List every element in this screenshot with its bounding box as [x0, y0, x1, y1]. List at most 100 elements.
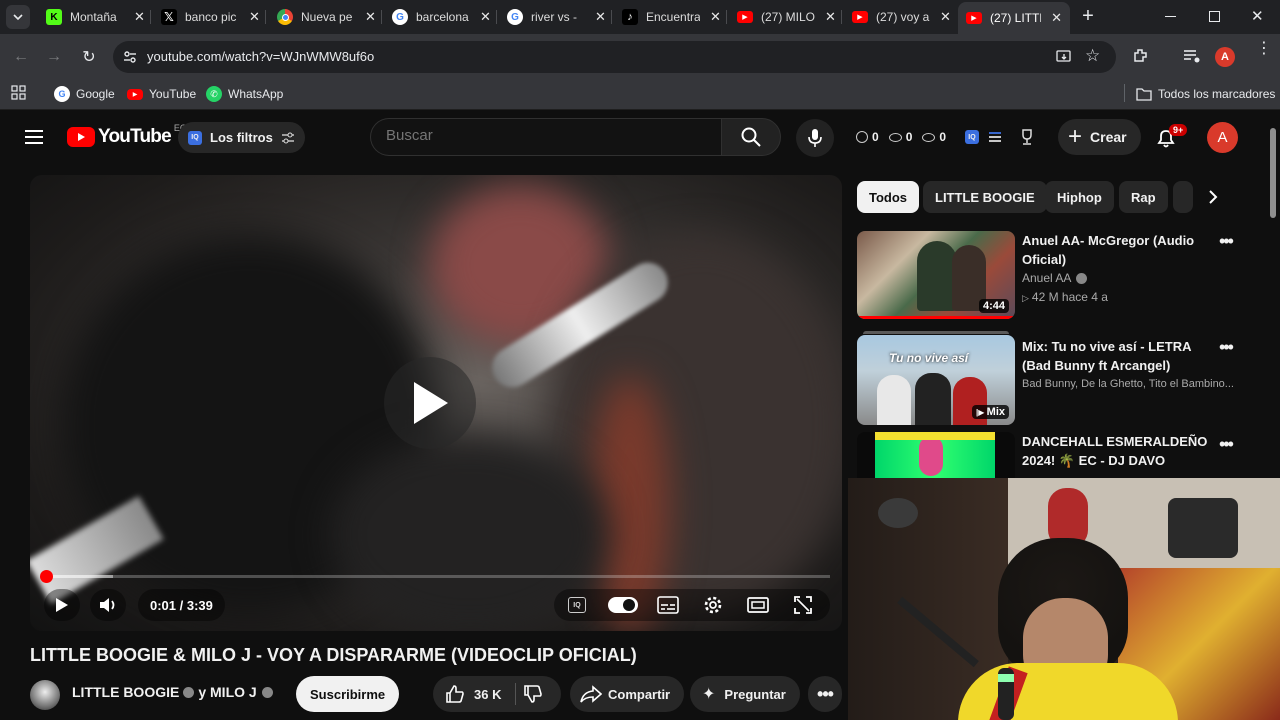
filters-button[interactable]: IQ Los filtros — [178, 122, 305, 153]
page-scrollbar[interactable] — [1270, 128, 1276, 218]
player-controls-right — [554, 589, 830, 621]
play-overlay-button[interactable] — [384, 357, 476, 449]
recommendation-item[interactable]: DANCEHALL ESMERALDEÑO 2024! 🌴 EC - DJ DA… — [857, 432, 1257, 478]
video-thumbnail[interactable]: 4:44 — [857, 231, 1015, 319]
search-box[interactable] — [370, 118, 721, 156]
chip-todos[interactable]: Todos — [857, 181, 920, 213]
share-button[interactable]: Compartir — [570, 676, 685, 712]
chip-rap[interactable]: Rap — [1119, 181, 1168, 213]
subtitles-icon[interactable] — [657, 596, 679, 614]
hamburger-menu-icon[interactable] — [25, 130, 43, 144]
bookmark-youtube[interactable]: ▶ YouTube — [127, 84, 196, 104]
all-bookmarks-button[interactable]: Todos los marcadores — [1136, 84, 1275, 104]
chip-little-boogie[interactable]: LITTLE BOOGIE — [923, 181, 1047, 213]
video-thumbnail[interactable]: Tu no vive así |▶ Mix — [857, 335, 1015, 425]
profile-avatar[interactable]: A — [1215, 47, 1235, 67]
recommendation-channel[interactable]: Anuel AA — [1022, 271, 1088, 285]
recommendation-title[interactable]: Anuel AA- McGregor (Audio Oficial) — [1022, 231, 1222, 269]
ask-button[interactable]: ✦ Preguntar — [690, 676, 800, 712]
tab-search-button[interactable] — [6, 5, 30, 29]
close-tab-icon[interactable]: ✕ — [1051, 10, 1062, 26]
chip-partial[interactable] — [1173, 181, 1193, 213]
account-avatar[interactable]: A — [1207, 122, 1238, 153]
volume-button[interactable] — [90, 589, 126, 621]
close-tab-icon[interactable]: ✕ — [249, 9, 260, 25]
chips-next-button[interactable] — [1198, 181, 1228, 213]
minimize-icon[interactable] — [1165, 16, 1176, 17]
browser-menu-icon[interactable]: ⋮ — [1256, 41, 1272, 57]
bookmark-whatsapp[interactable]: ✆ WhatsApp — [206, 84, 283, 104]
recommendation-channel[interactable]: Bad Bunny, De la Ghetto, Tito el Bambino… — [1022, 378, 1237, 390]
theater-mode-icon[interactable] — [747, 596, 769, 614]
extensions-icon[interactable] — [1132, 47, 1150, 65]
bookmark-google[interactable]: G Google — [54, 84, 115, 104]
recommendation-title[interactable]: Mix: Tu no vive así - LETRA (Bad Bunny f… — [1022, 337, 1222, 375]
apps-grid-icon[interactable] — [11, 85, 26, 100]
recommendation-item[interactable]: Tu no vive así |▶ Mix Mix: Tu no vive as… — [857, 331, 1257, 426]
webcam-overlay — [848, 478, 1280, 720]
site-settings-icon[interactable] — [123, 50, 137, 64]
media-control-icon[interactable] — [1183, 48, 1201, 64]
more-options-icon[interactable]: ••• — [1219, 231, 1234, 252]
settings-gear-icon[interactable] — [703, 595, 723, 615]
list-icon[interactable] — [988, 130, 1002, 144]
reload-icon[interactable]: ↻ — [77, 45, 101, 69]
like-button[interactable]: 36 K — [433, 676, 513, 712]
folder-icon — [1136, 88, 1152, 101]
fullscreen-icon[interactable] — [794, 596, 812, 614]
address-bar[interactable]: youtube.com/watch?v=WJnWMW8uf6o ☆ — [113, 41, 1116, 73]
browser-tab[interactable]: ▶ (27) voy a ✕ — [844, 4, 959, 30]
subscribe-button[interactable]: Suscribirme — [296, 676, 400, 712]
close-tab-icon[interactable]: ✕ — [480, 9, 491, 25]
play-button[interactable] — [44, 589, 80, 621]
channel-avatar[interactable] — [30, 680, 60, 710]
restore-icon[interactable] — [1209, 11, 1220, 22]
more-options-icon[interactable]: ••• — [1219, 434, 1234, 455]
browser-tab[interactable]: G barcelona ✕ — [384, 4, 499, 30]
search-input[interactable] — [386, 127, 706, 144]
progress-knob[interactable] — [40, 570, 53, 583]
channel-name[interactable]: LITTLE BOOGIE y MILO J — [72, 684, 273, 700]
chip-hiphop[interactable]: Hiphop — [1045, 181, 1114, 213]
close-window-icon[interactable]: ✕ — [1251, 7, 1264, 25]
install-app-icon[interactable] — [1056, 49, 1072, 65]
browser-tab[interactable]: Nueva pe ✕ — [269, 4, 384, 30]
dislike-button[interactable] — [523, 684, 543, 707]
iq-icon[interactable]: IQ — [965, 130, 979, 144]
close-tab-icon[interactable]: ✕ — [365, 9, 376, 25]
video-player[interactable]: 0:01 / 3:39 IQ — [30, 175, 842, 631]
browser-tab[interactable]: K Montaña ✕ — [38, 4, 153, 30]
close-tab-icon[interactable]: ✕ — [710, 9, 721, 25]
more-options-icon[interactable]: ••• — [1219, 337, 1234, 358]
video-thumbnail[interactable] — [857, 432, 1015, 478]
more-actions-button[interactable]: ••• — [808, 676, 842, 712]
verified-icon — [183, 686, 195, 698]
close-tab-icon[interactable]: ✕ — [825, 9, 836, 25]
browser-tab[interactable]: ♪ Encuentra ✕ — [614, 4, 729, 30]
google-icon: G — [507, 9, 523, 25]
browser-tab[interactable]: ▶ (27) MILO ✕ — [729, 4, 844, 30]
recommendation-item[interactable]: 4:44 Anuel AA- McGregor (Audio Oficial) … — [857, 231, 1257, 321]
search-button[interactable] — [721, 118, 781, 156]
close-tab-icon[interactable]: ✕ — [134, 9, 145, 25]
back-icon[interactable]: ← — [9, 45, 33, 69]
browser-tab[interactable]: 𝕏 banco pic ✕ — [153, 4, 268, 30]
progress-bar[interactable] — [40, 570, 830, 583]
youtube-logo[interactable]: YouTube EC — [67, 123, 186, 148]
close-tab-icon[interactable]: ✕ — [940, 9, 951, 25]
url-text[interactable]: youtube.com/watch?v=WJnWMW8uf6o — [147, 49, 374, 64]
notifications-button[interactable]: 9+ — [1155, 124, 1188, 151]
create-button[interactable]: + Crear — [1058, 119, 1141, 155]
bookmark-star-icon[interactable]: ☆ — [1085, 46, 1100, 66]
new-tab-button[interactable]: + — [1078, 5, 1098, 29]
forward-icon[interactable]: → — [42, 45, 66, 69]
browser-tab-active[interactable]: ▶ (27) LITTL ✕ — [958, 2, 1070, 34]
iq-player-icon[interactable]: IQ — [568, 597, 586, 613]
close-tab-icon[interactable]: ✕ — [595, 9, 606, 25]
trophy-icon[interactable] — [1020, 129, 1034, 145]
plus-icon: + — [1068, 123, 1083, 150]
voice-search-button[interactable] — [796, 119, 834, 157]
autoplay-toggle[interactable] — [608, 597, 638, 613]
browser-tab[interactable]: G river vs - ✕ — [499, 4, 614, 30]
recommendation-title[interactable]: DANCEHALL ESMERALDEÑO 2024! 🌴 EC - DJ DA… — [1022, 432, 1217, 470]
